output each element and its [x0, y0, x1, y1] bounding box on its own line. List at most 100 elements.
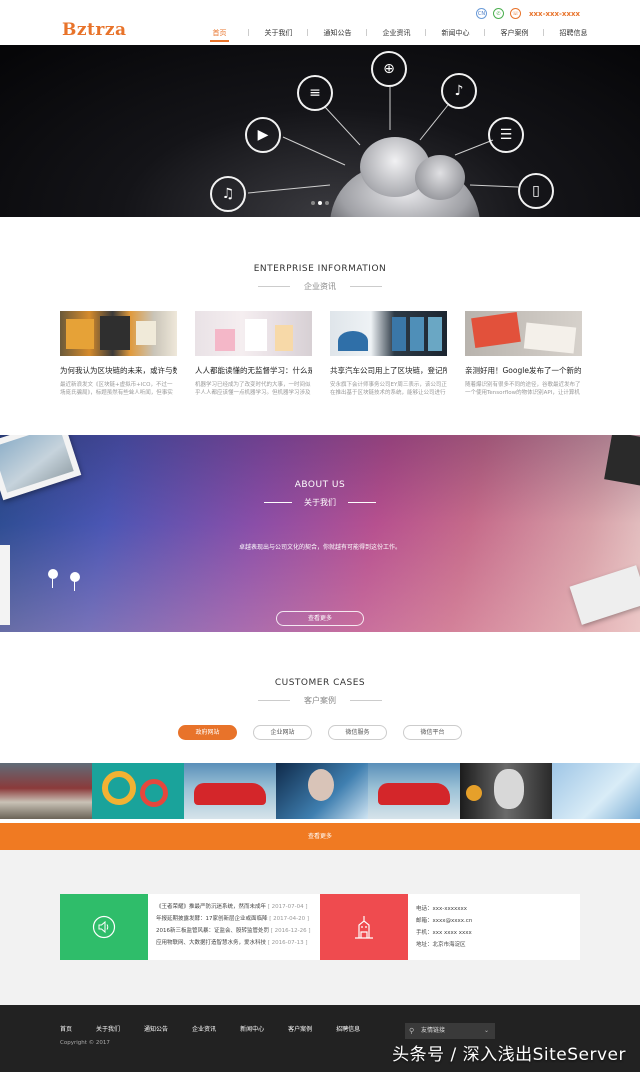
video-icon: ▶ [245, 117, 281, 153]
cases-tabs: 政府网站 企业网站 微信服务 微信平台 [178, 725, 462, 740]
copyright: Copyright © 2017 [60, 1040, 110, 1046]
carousel-dot[interactable] [311, 201, 315, 205]
notice-block [60, 894, 148, 960]
case-image[interactable] [184, 763, 276, 819]
carousel-dots [311, 201, 329, 205]
tab-enterprise-sites[interactable]: 企业网站 [253, 725, 312, 740]
decor-frame-left [0, 545, 10, 625]
language-icon[interactable]: CN [476, 8, 488, 19]
phone-icon: ☏ [510, 8, 522, 19]
enterprise-section-title: ENTERPRISE INFORMATION 企业资讯 [0, 264, 640, 293]
tab-wechat-platform[interactable]: 微信平台 [403, 725, 462, 740]
news-summary: 安永旗下会计师事务公司EY周三表示，该公司正在推出基于区块链技术的系统，能够让公… [330, 382, 447, 396]
decor-card-right [604, 435, 640, 487]
microphone-icon: ♪ [441, 73, 477, 109]
chevron-down-icon: ⌄ [483, 1027, 489, 1034]
building-icon [355, 916, 373, 939]
nav-item-cases[interactable]: 客户案例 [485, 28, 544, 38]
tab-government-sites[interactable]: 政府网站 [178, 725, 237, 740]
about-title-cn: 关于我们 [264, 497, 376, 508]
page: Bztrza CN ✆ ☏ xxx-xxx-xxxx 首页 关于我们 通知公告 … [0, 0, 640, 1072]
link-icon: ⚲ [409, 1027, 415, 1035]
nav-item-news-center[interactable]: 新闻中心 [426, 28, 485, 38]
about-more-button[interactable]: 查看更多 [276, 611, 364, 626]
globe-icon: ⊕ [371, 51, 407, 87]
case-image[interactable] [0, 763, 92, 819]
friend-links-label: 友情链接 [421, 1027, 446, 1034]
about-section [0, 435, 640, 632]
case-image[interactable] [92, 763, 184, 819]
footer-link-home[interactable]: 首页 [60, 1024, 72, 1033]
wechat-icon[interactable]: ✆ [493, 8, 505, 19]
contact-address: 地址：北京市海淀区 [416, 942, 466, 948]
friend-links-select[interactable]: ⚲ 友情链接 ⌄ [405, 1023, 495, 1039]
case-image[interactable] [276, 763, 368, 819]
about-title-en: ABOUT US [294, 480, 346, 490]
footer-link-about[interactable]: 关于我们 [96, 1024, 120, 1033]
news-summary: 随着爆识别有很多不同的途径，谷歌最近发布了一个使用Tensorflow的物体识别… [465, 382, 581, 396]
contact-email: 邮箱：xxxx@xxxx.cn [416, 918, 473, 924]
main-nav: 首页 关于我们 通知公告 企业资讯 新闻中心 客户案例 招聘信息 [190, 28, 603, 42]
news-image [195, 311, 312, 356]
contact-mobile: 手机：xxx xxxx xxxx [416, 930, 472, 936]
contact-phone: 电话：xxx-xxxxxxx [416, 906, 468, 912]
cases-gallery [0, 763, 640, 819]
phone-number: xxx-xxx-xxxx [529, 9, 580, 18]
decor-pin [70, 572, 80, 591]
about-text: 卓越表现出与公司文化的契合，你就越有可能得到这份工作。 [238, 544, 401, 551]
footer-link-jobs[interactable]: 招聘信息 [336, 1024, 360, 1033]
about-overlay [0, 435, 640, 632]
document-icon: ≡ [297, 75, 333, 111]
cases-more-button[interactable]: 查看更多 [0, 823, 640, 850]
nav-item-jobs[interactable]: 招聘信息 [544, 28, 603, 38]
footer-link-news-center[interactable]: 新闻中心 [240, 1024, 264, 1033]
news-summary: 最近新浪发文《区块链+虚拟币+ICO，不过一场庞氏骗局》，标题虽然有些耸人听闻，… [60, 382, 173, 396]
case-image[interactable] [552, 763, 640, 819]
decor-pin [48, 569, 58, 588]
news-image [465, 311, 582, 356]
enterprise-news-list: 为何我认为区块链的未来，或许与数 最近新浪发文《区块链+虚拟币+ICO，不过一场… [60, 311, 582, 397]
hero-banner[interactable]: ♫ ▶ ≡ ⊕ ♪ ☰ ▯ [0, 45, 640, 217]
server-icon: ☰ [488, 117, 524, 153]
footer-link-cases[interactable]: 客户案例 [288, 1024, 312, 1033]
nav-item-enterprise-news[interactable]: 企业资讯 [367, 28, 426, 38]
watermark: 头条号 / 深入浅出SiteServer [392, 1045, 626, 1065]
news-card[interactable]: 为何我认为区块链的未来，或许与数 最近新浪发文《区块链+虚拟币+ICO，不过一场… [60, 311, 177, 397]
news-image [60, 311, 177, 356]
speaker-icon [92, 915, 116, 939]
news-title[interactable]: 亲测好用！Google发布了一个新的 [465, 365, 582, 376]
logo[interactable]: Bztrza [62, 20, 127, 40]
nav-item-home[interactable]: 首页 [190, 28, 249, 42]
notice-item[interactable]: 应用物联网、大数据打造智慧水务，爱水科技 [ 2016-07-13 ] [156, 938, 320, 950]
news-title[interactable]: 共享汽车公司用上了区块链，登记所 [330, 365, 447, 376]
news-title[interactable]: 人人都能读懂的无监督学习：什么是 [195, 365, 312, 376]
tab-wechat-service[interactable]: 微信服务 [328, 725, 387, 740]
footer-link-enterprise-news[interactable]: 企业资讯 [192, 1024, 216, 1033]
header-contact: CN ✆ ☏ xxx-xxx-xxxx [476, 8, 580, 19]
carousel-dot[interactable] [325, 201, 329, 205]
contact-block [320, 894, 408, 960]
news-card[interactable]: 人人都能读懂的无监督学习：什么是 机器学习已经成为了改变时代的大事，一时间似乎人… [195, 311, 312, 397]
cases-title-en: CUSTOMER CASES [274, 678, 366, 688]
header: Bztrza CN ✆ ☏ xxx-xxx-xxxx 首页 关于我们 通知公告 … [0, 0, 640, 44]
footer-nav: 首页 关于我们 通知公告 企业资讯 新闻中心 客户案例 招聘信息 [60, 1024, 384, 1033]
case-image[interactable] [460, 763, 552, 819]
news-card[interactable]: 亲测好用！Google发布了一个新的 随着爆识别有很多不同的途径，谷歌最近发布了… [465, 311, 582, 397]
case-image[interactable] [368, 763, 460, 819]
notice-item[interactable]: 年报延期披露发酵：17家创新层企业或面临降 [ 2017-04-20 ] [156, 914, 320, 926]
contact-info: 电话：xxx-xxxxxxx 邮箱：xxxx@xxxx.cn 手机：xxx xx… [408, 894, 580, 960]
notice-item[interactable]: 《王者荣耀》推最严防沉迷系统，然而未成年 [ 2017-07-04 ] [156, 902, 320, 914]
carousel-dot-active[interactable] [318, 201, 322, 205]
cases-section-title: CUSTOMER CASES 客户案例 [0, 678, 640, 707]
about-section-title: ABOUT US 关于我们 [0, 480, 640, 509]
mobile-phone-icon: ▯ [518, 173, 554, 209]
footer-link-notices[interactable]: 通知公告 [144, 1024, 168, 1033]
news-card[interactable]: 共享汽车公司用上了区块链，登记所 安永旗下会计师事务公司EY周三表示，该公司正在… [330, 311, 447, 397]
cases-title-cn: 客户案例 [258, 695, 382, 706]
nav-item-about[interactable]: 关于我们 [249, 28, 308, 38]
nav-item-notices[interactable]: 通知公告 [308, 28, 367, 38]
news-image [330, 311, 447, 356]
notice-item[interactable]: 2016新三板监管风暴：证监会、股转监管处罚 [ 2016-12-26 ] [156, 926, 320, 938]
news-title[interactable]: 为何我认为区块链的未来，或许与数 [60, 365, 177, 376]
enterprise-title-cn: 企业资讯 [258, 281, 382, 292]
